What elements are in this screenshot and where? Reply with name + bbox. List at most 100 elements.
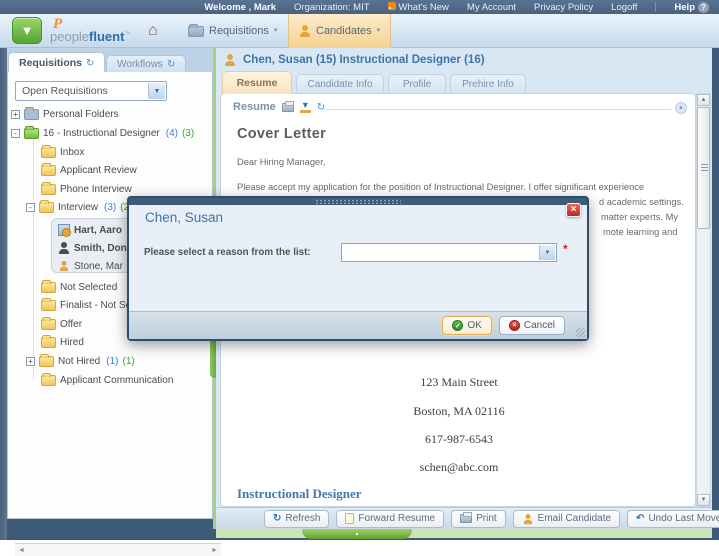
resize-grip[interactable] xyxy=(576,328,585,337)
tab-requisitions[interactable]: Requisitions ↻ xyxy=(8,52,105,73)
tree-item-offer[interactable]: Offer xyxy=(41,316,82,332)
cover-letter-line-4: mote learning and xyxy=(603,227,677,237)
tree-item-interview[interactable]: - Interview (3) (2) xyxy=(26,199,132,215)
app-window: Welcome , Mark Organization: MIT What's … xyxy=(0,0,719,540)
expand-icon[interactable]: + xyxy=(26,357,35,366)
scroll-right-icon[interactable]: ► xyxy=(211,547,218,554)
home-button[interactable]: ⌂ xyxy=(138,14,168,48)
collapsed-left-panel-strip[interactable] xyxy=(0,48,7,540)
scrollbar-thumb[interactable] xyxy=(697,107,710,229)
welcome-text: Welcome , Mark xyxy=(204,2,276,13)
home-icon: ⌂ xyxy=(148,22,158,40)
forward-resume-button[interactable]: Forward Resume xyxy=(336,510,444,528)
open-count: (3) xyxy=(104,202,116,213)
address-city: Boston, MA 02116 xyxy=(221,404,697,419)
print-button[interactable]: Print xyxy=(451,510,506,528)
scroll-up-icon[interactable]: ▲ xyxy=(697,94,710,106)
expand-up-icon: ▲ xyxy=(355,531,360,537)
new-count: (3) xyxy=(182,128,194,139)
print-icon[interactable] xyxy=(282,103,294,112)
resume-panel-header: Resume ▼ ↻ xyxy=(233,101,325,113)
reason-select[interactable]: ▼ xyxy=(341,243,557,262)
candidate-icon xyxy=(58,242,70,254)
drag-grip-icon xyxy=(315,199,401,204)
candidate-item-hart[interactable]: Hart, Aaro xyxy=(58,222,122,238)
candidate-item-smith[interactable]: Smith, Don xyxy=(58,240,127,256)
ok-button[interactable]: ✓ OK xyxy=(442,316,491,335)
email-candidate-button[interactable]: Email Candidate xyxy=(513,510,620,528)
folder-icon xyxy=(188,26,204,37)
requisition-filter-select[interactable]: Open Requisitions ▼ xyxy=(15,81,167,101)
collapse-icon[interactable]: - xyxy=(11,129,20,138)
tree-item-personal-folders[interactable]: + Personal Folders xyxy=(11,106,119,122)
undo-last-move-button[interactable]: ↶ Undo Last Move xyxy=(627,510,719,528)
dialog-drag-bar[interactable] xyxy=(129,198,587,205)
tree-item-applicant-communication[interactable]: Applicant Communication xyxy=(41,372,173,388)
horizontal-splitter-handle[interactable]: ▲ xyxy=(302,529,412,539)
tab-candidate-info[interactable]: Candidate Info xyxy=(296,74,384,94)
tree-item-not-selected[interactable]: Not Selected xyxy=(41,279,117,295)
tab-profile[interactable]: Profile xyxy=(388,74,446,94)
help-link[interactable]: Help? xyxy=(674,2,709,13)
tree-item-applicant-review[interactable]: Applicant Review xyxy=(41,162,137,178)
download-icon[interactable]: ▼ xyxy=(300,101,311,113)
person-icon xyxy=(523,513,533,523)
expand-icon[interactable]: + xyxy=(11,110,20,119)
my-account-link[interactable]: My Account xyxy=(467,2,516,13)
collapse-icon[interactable]: - xyxy=(26,203,35,212)
stage-folder-icon xyxy=(39,202,54,213)
help-icon[interactable]: ? xyxy=(698,2,709,13)
undo-icon: ↶ xyxy=(636,513,644,524)
refresh-button[interactable]: ↻ Refresh xyxy=(264,510,329,528)
stage-folder-icon xyxy=(41,300,56,311)
whats-new-link[interactable]: What's New xyxy=(388,2,449,13)
horizontal-splitter[interactable] xyxy=(216,529,712,538)
privacy-policy-link[interactable]: Privacy Policy xyxy=(534,2,593,13)
logoff-link[interactable]: Logoff xyxy=(611,2,637,13)
stage-folder-icon xyxy=(41,337,56,348)
refresh-icon[interactable]: ↻ xyxy=(167,59,175,70)
cancel-x-icon: × xyxy=(509,320,520,331)
refresh-icon: ↻ xyxy=(273,513,281,524)
download-arrow-icon: ▼ xyxy=(21,23,34,38)
close-icon[interactable]: × xyxy=(566,203,581,217)
divider xyxy=(321,109,671,110)
candidate-item-stone[interactable]: Stone, Mar xyxy=(58,258,123,274)
refresh-icon[interactable]: ↻ xyxy=(86,58,94,69)
dialog-title: Chen, Susan xyxy=(145,210,223,225)
reason-label: Please select a reason from the list: xyxy=(144,247,311,258)
phone-number: 617-987-6543 xyxy=(221,432,697,447)
folder-icon xyxy=(24,109,39,120)
tree-item-hired[interactable]: Hired xyxy=(41,334,84,350)
select-arrow-icon[interactable]: ▼ xyxy=(539,245,555,260)
address-street: 123 Main Street xyxy=(221,375,697,390)
stage-folder-icon xyxy=(41,184,56,195)
tree-item-phone-interview[interactable]: Phone Interview xyxy=(41,181,132,197)
main-nav-bar: ▼ P peoplefluent™ ⌂ Requisitions ▾ Candi… xyxy=(0,14,719,48)
stage-folder-icon xyxy=(41,282,56,293)
tab-prehire-info[interactable]: Prehire Info xyxy=(450,74,526,94)
printer-icon xyxy=(460,514,472,523)
candidate-icon xyxy=(224,54,236,66)
collapse-panel-icon[interactable]: ▲ xyxy=(675,102,687,114)
tab-workflows[interactable]: Workflows ↻ xyxy=(106,55,186,73)
candidates-menu[interactable]: Candidates ▾ xyxy=(288,14,391,48)
candidate-icon xyxy=(59,261,69,271)
tab-resume[interactable]: Resume xyxy=(222,71,292,94)
refresh-icon[interactable]: ↻ xyxy=(317,102,325,113)
chevron-down-icon: ▾ xyxy=(377,29,381,33)
cover-letter-line-2: d academic settings. xyxy=(599,197,684,207)
tree-item-requisition-16[interactable]: - 16 - Instructional Designer (4) (3) xyxy=(11,125,194,141)
tree-item-not-hired[interactable]: + Not Hired (1) (1) xyxy=(26,353,135,369)
candidate-name-title: Chen, Susan (15) Instructional Designer … xyxy=(243,54,485,66)
sidebar-horizontal-scrollbar[interactable]: ◄ ► xyxy=(15,543,221,556)
cancel-button[interactable]: × Cancel xyxy=(499,316,565,335)
requisitions-menu[interactable]: Requisitions ▾ xyxy=(178,14,287,48)
tree-item-inbox[interactable]: Inbox xyxy=(41,144,84,160)
scroll-down-icon[interactable]: ▼ xyxy=(697,494,710,506)
dialog-footer: ✓ OK × Cancel xyxy=(129,311,587,339)
scroll-left-icon[interactable]: ◄ xyxy=(18,547,25,554)
rss-icon xyxy=(388,2,396,10)
main-vertical-scrollbar[interactable]: ▲ ▼ xyxy=(696,93,711,507)
tree-item-finalist-not-selected[interactable]: Finalist - Not Sele xyxy=(41,297,139,313)
